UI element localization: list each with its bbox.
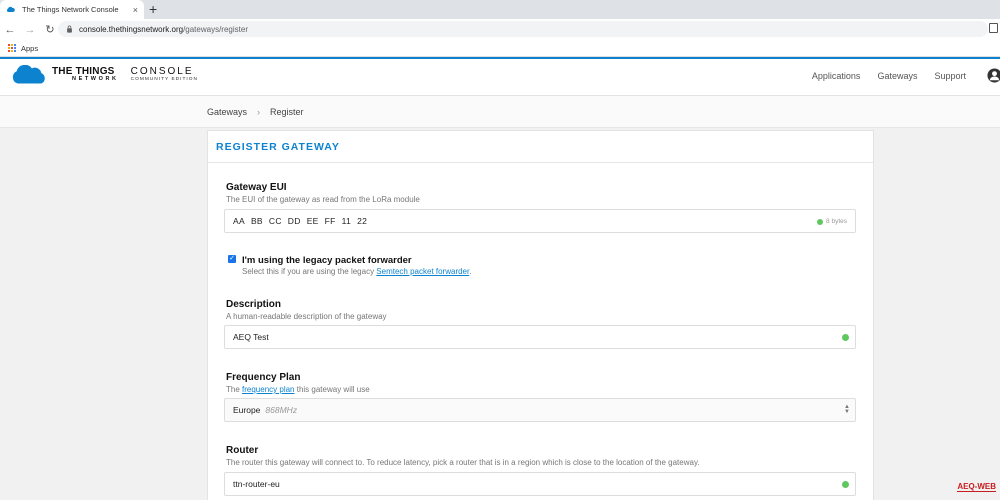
ttn-logo[interactable]: THE THINGS NETWORK CONSOLE COMMUNITY EDI… bbox=[10, 65, 198, 85]
breadcrumb-register: Register bbox=[270, 106, 304, 117]
address-bar[interactable]: console.thethingsnetwork.org/gateways/re… bbox=[58, 21, 988, 37]
nav-applications[interactable]: Applications bbox=[812, 71, 861, 81]
router-input[interactable]: ttn-router-eu bbox=[224, 472, 856, 496]
breadcrumb-chevron-icon: › bbox=[257, 106, 261, 117]
eui-help: The EUI of the gateway as read from the … bbox=[226, 195, 420, 204]
byte-count-badge: 8 bytes bbox=[817, 218, 847, 225]
frequency-label: Frequency Plan bbox=[226, 372, 301, 383]
user-avatar-icon[interactable] bbox=[987, 68, 1000, 83]
bookmarks-bar: Apps bbox=[0, 40, 1000, 57]
valid-check-icon bbox=[817, 218, 824, 225]
page-title: REGISTER GATEWAY bbox=[208, 131, 873, 163]
reload-icon[interactable]: ↻ bbox=[40, 23, 60, 36]
nav-gateways[interactable]: Gateways bbox=[877, 71, 917, 81]
console-line-2: COMMUNITY EDITION bbox=[130, 77, 198, 83]
breadcrumb: Gateways › Register bbox=[0, 96, 1000, 128]
router-help: The router this gateway will connect to.… bbox=[226, 458, 700, 467]
url-host: console.thethingsnetwork.org bbox=[79, 24, 184, 34]
tab-close-icon[interactable]: × bbox=[133, 5, 138, 15]
semtech-link[interactable]: Semtech packet forwarder bbox=[376, 267, 469, 276]
legacy-forwarder-checkbox[interactable]: ✓ bbox=[228, 255, 236, 263]
breadcrumb-gateways[interactable]: Gateways bbox=[207, 107, 247, 117]
lock-icon bbox=[67, 25, 72, 33]
frequency-plan-select[interactable]: Europe 868MHz ▲ ▼ bbox=[224, 398, 856, 422]
tab-title: The Things Network Console bbox=[22, 5, 119, 14]
console-wordmark: CONSOLE COMMUNITY EDITION bbox=[131, 67, 198, 83]
frequency-plan-link[interactable]: frequency plan bbox=[242, 385, 294, 394]
browser-toolbar: ← → ↻ console.thethingsnetwork.org/gatew… bbox=[0, 19, 1000, 40]
eui-label: Gateway EUI bbox=[226, 182, 287, 193]
eui-bytes: AA BB CC DD EE FF 11 22 bbox=[233, 216, 368, 226]
browser-tab-bar: The Things Network Console × + bbox=[0, 0, 1000, 19]
bookmark-apps[interactable]: Apps bbox=[21, 44, 38, 53]
apps-grid-icon[interactable] bbox=[8, 44, 16, 52]
app-header: THE THINGS NETWORK CONSOLE COMMUNITY EDI… bbox=[0, 57, 1000, 96]
description-help: A human-readable description of the gate… bbox=[226, 312, 387, 321]
extension-icon[interactable] bbox=[989, 23, 998, 33]
frequency-help: The frequency plan this gateway will use bbox=[226, 385, 370, 394]
valid-check-icon bbox=[842, 334, 849, 341]
top-nav: Applications Gateways Support bbox=[812, 71, 966, 81]
description-label: Description bbox=[226, 299, 282, 310]
back-arrow-icon[interactable]: ← bbox=[0, 24, 20, 36]
gateway-eui-input[interactable]: AA BB CC DD EE FF 11 22 8 bytes bbox=[224, 209, 856, 233]
nav-support[interactable]: Support bbox=[934, 71, 966, 81]
watermark: AEQ-WEB bbox=[957, 482, 996, 492]
browser-tab[interactable]: The Things Network Console × bbox=[0, 0, 144, 19]
new-tab-button[interactable]: + bbox=[149, 1, 157, 17]
register-gateway-card: REGISTER GATEWAY Gateway EUI The EUI of … bbox=[207, 130, 874, 500]
console-line-1: CONSOLE bbox=[130, 66, 194, 78]
legacy-forwarder-help: Select this if you are using the legacy … bbox=[242, 267, 472, 276]
legacy-forwarder-label[interactable]: I'm using the legacy packet forwarder bbox=[242, 255, 412, 266]
url-path: /gateways/register bbox=[183, 24, 248, 34]
brand-line-2: NETWORK bbox=[72, 76, 119, 83]
router-label: Router bbox=[226, 445, 259, 456]
select-arrows-icon: ▲ ▼ bbox=[844, 404, 850, 415]
ttn-cloud-logo-icon bbox=[12, 65, 45, 84]
brand-wordmark: THE THINGS NETWORK bbox=[52, 67, 119, 83]
forward-arrow-icon[interactable]: → bbox=[20, 24, 40, 36]
ttn-cloud-favicon-icon bbox=[6, 6, 15, 12]
valid-check-icon bbox=[842, 481, 849, 488]
description-input[interactable]: AEQ Test bbox=[224, 325, 856, 349]
